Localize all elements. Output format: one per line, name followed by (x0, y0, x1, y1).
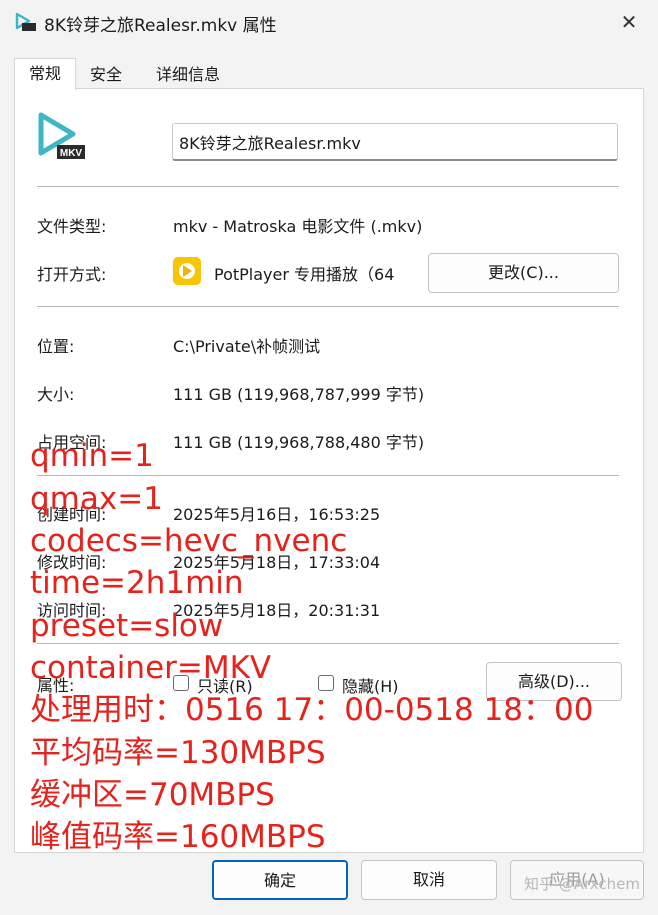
overlay-note-peak-bitrate: 峰值码率=160MBPS (30, 819, 326, 855)
location-label: 位置: (37, 337, 75, 356)
overlay-note-buffer: 缓冲区=70MBPS (30, 777, 275, 813)
overlay-note-qmax: qmax=1 (30, 481, 163, 517)
overlay-note-container: container=MKV (30, 650, 272, 686)
overlay-note-codecs: codecs=hevc_nvenc (30, 523, 348, 559)
play-icon (183, 265, 192, 277)
cancel-button[interactable]: 取消 (361, 860, 497, 900)
disk-size-value: 111 GB (119,968,788,480 字节) (173, 433, 425, 452)
mkv-large-icon: MKV (35, 111, 87, 161)
overlay-note-preset: preset=slow (30, 608, 224, 644)
size-label: 大小: (37, 385, 75, 404)
opens-with-value: PotPlayer 专用播放（64 (214, 265, 395, 284)
separator (37, 306, 619, 307)
separator (37, 186, 619, 187)
tab-security[interactable]: 安全 (80, 62, 132, 88)
created-value: 2025年5月16日，16:53:25 (173, 505, 381, 524)
close-icon: ✕ (620, 10, 638, 34)
tab-details[interactable]: 详细信息 (148, 62, 228, 88)
opens-with-label: 打开方式: (37, 265, 107, 284)
file-type-value: mkv - Matroska 电影文件 (.mkv) (173, 217, 423, 236)
close-button[interactable]: ✕ (600, 0, 658, 44)
mkv-badge-text: MKV (60, 148, 83, 159)
change-button[interactable]: 更改(C)... (428, 253, 619, 293)
location-value: C:\Private\补帧测试 (173, 337, 321, 356)
file-type-label: 文件类型: (37, 217, 107, 236)
overlay-note-avg-bitrate: 平均码率=130MBPS (30, 735, 326, 771)
watermark: 知乎 @Arxchem (523, 875, 640, 893)
title-bar: 8K铃芽之旅Realesr.mkv 属性 ✕ (0, 0, 658, 44)
size-value: 111 GB (119,968,787,999 字节) (173, 385, 425, 404)
mkv-file-icon (14, 12, 36, 32)
ok-button[interactable]: 确定 (212, 860, 348, 900)
file-name-input[interactable] (172, 123, 618, 161)
overlay-note-time: time=2h1min (30, 565, 244, 601)
overlay-note-duration: 处理用时：0516 17：00-0518 18：00 (30, 692, 594, 728)
hidden-checkbox[interactable] (318, 675, 334, 691)
window-title: 8K铃芽之旅Realesr.mkv 属性 (44, 16, 277, 36)
tab-general[interactable]: 常规 (14, 58, 76, 90)
overlay-note-qmin: qmin=1 (30, 438, 154, 474)
separator (37, 475, 619, 476)
